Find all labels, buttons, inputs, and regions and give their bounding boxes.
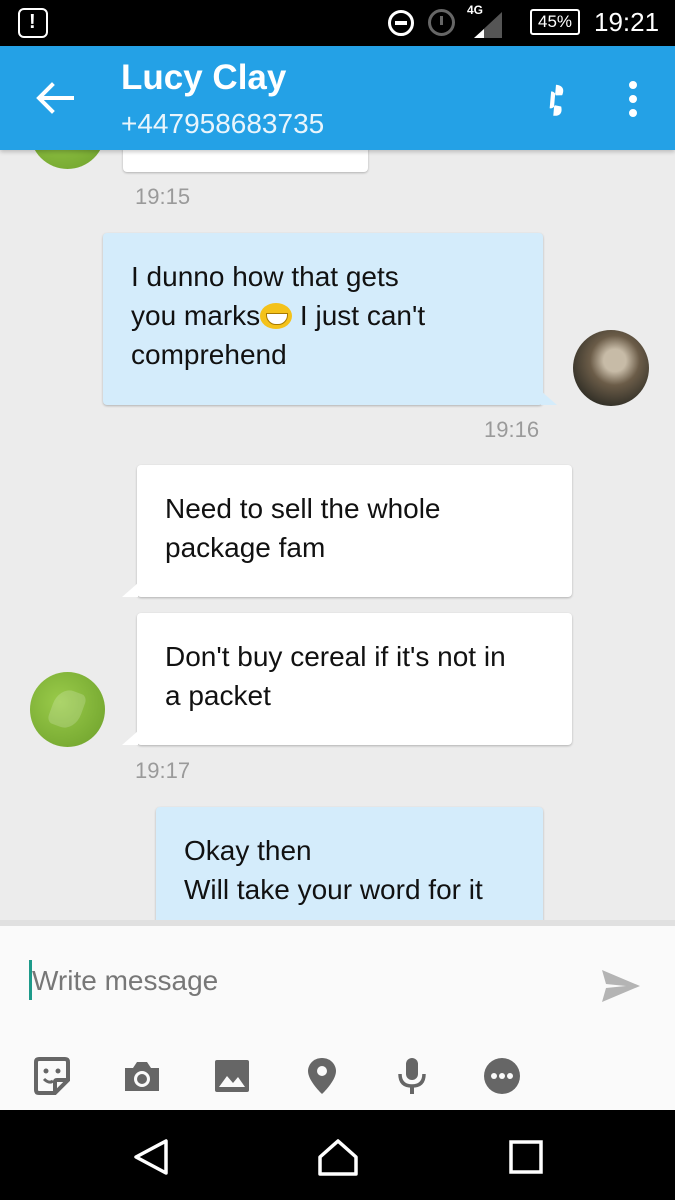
bubble-tail <box>122 731 138 745</box>
notification-app-icon <box>18 8 48 38</box>
more-icon[interactable] <box>482 1056 522 1096</box>
nav-recents-icon[interactable] <box>503 1137 547 1177</box>
phone-icon[interactable] <box>535 76 575 116</box>
microphone-icon[interactable] <box>392 1056 432 1096</box>
bubble-tail <box>541 391 557 405</box>
message-bubble-incoming[interactable]: Don't buy cereal if it's not in a packet <box>137 613 572 745</box>
message-bubble-incoming[interactable]: Need to sell the whole package fam <box>137 465 572 597</box>
battery-indicator: 45% <box>530 9 580 35</box>
message-text-line: you marks <box>131 300 261 331</box>
status-bar: 4G 45% 19:21 <box>0 0 675 46</box>
message-text-line: Okay then <box>184 835 312 866</box>
message-bubble-outgoing[interactable]: Okay then Will take your word for it <box>156 807 543 920</box>
grinning-emoji-icon <box>260 303 293 329</box>
message-list[interactable]: 19:15 I dunno how that gets you marks I … <box>0 150 675 920</box>
contact-avatar[interactable] <box>30 150 105 169</box>
message-text-line: package fam <box>165 532 326 563</box>
message-text-line: comprehend <box>131 339 287 370</box>
camera-icon[interactable] <box>122 1056 162 1096</box>
system-nav-bar <box>0 1110 675 1200</box>
nav-back-icon[interactable] <box>130 1137 174 1177</box>
location-icon[interactable] <box>302 1056 342 1096</box>
nav-home-icon[interactable] <box>316 1137 360 1177</box>
message-text-line: I just can't <box>292 300 426 331</box>
contact-number[interactable]: +447958683735 <box>121 108 324 140</box>
contact-avatar[interactable] <box>30 672 105 747</box>
bubble-tail <box>122 583 138 597</box>
sticker-icon[interactable] <box>32 1056 72 1096</box>
alarm-icon <box>428 9 455 36</box>
message-bubble-outgoing[interactable]: I dunno how that gets you marks I just c… <box>103 233 543 405</box>
contact-name[interactable]: Lucy Clay <box>121 58 286 98</box>
user-avatar[interactable] <box>573 330 649 406</box>
arrow-back-icon[interactable] <box>34 80 74 116</box>
message-text-line: Need to sell the whole <box>165 493 441 524</box>
message-timestamp: 19:17 <box>135 758 191 783</box>
more-vert-icon[interactable] <box>620 78 646 118</box>
clock: 19:21 <box>594 7 660 37</box>
message-input[interactable] <box>32 956 552 1006</box>
message-text-line: Will take your word for it <box>184 874 483 905</box>
signal-icon <box>474 12 502 38</box>
image-icon[interactable] <box>212 1056 252 1096</box>
message-timestamp: 19:15 <box>135 184 191 209</box>
message-timestamp: 19:16 <box>484 417 540 442</box>
message-text-line: Don't buy cereal if it's not in <box>165 641 506 672</box>
do-not-disturb-icon <box>388 10 414 36</box>
message-text-line: a packet <box>165 680 271 711</box>
compose-bar <box>0 920 675 1110</box>
conversation-header: Lucy Clay +447958683735 <box>0 46 675 150</box>
send-icon[interactable] <box>600 966 642 1006</box>
message-bubble-incoming[interactable] <box>123 150 368 172</box>
message-text-line: I dunno how that gets <box>131 261 399 292</box>
